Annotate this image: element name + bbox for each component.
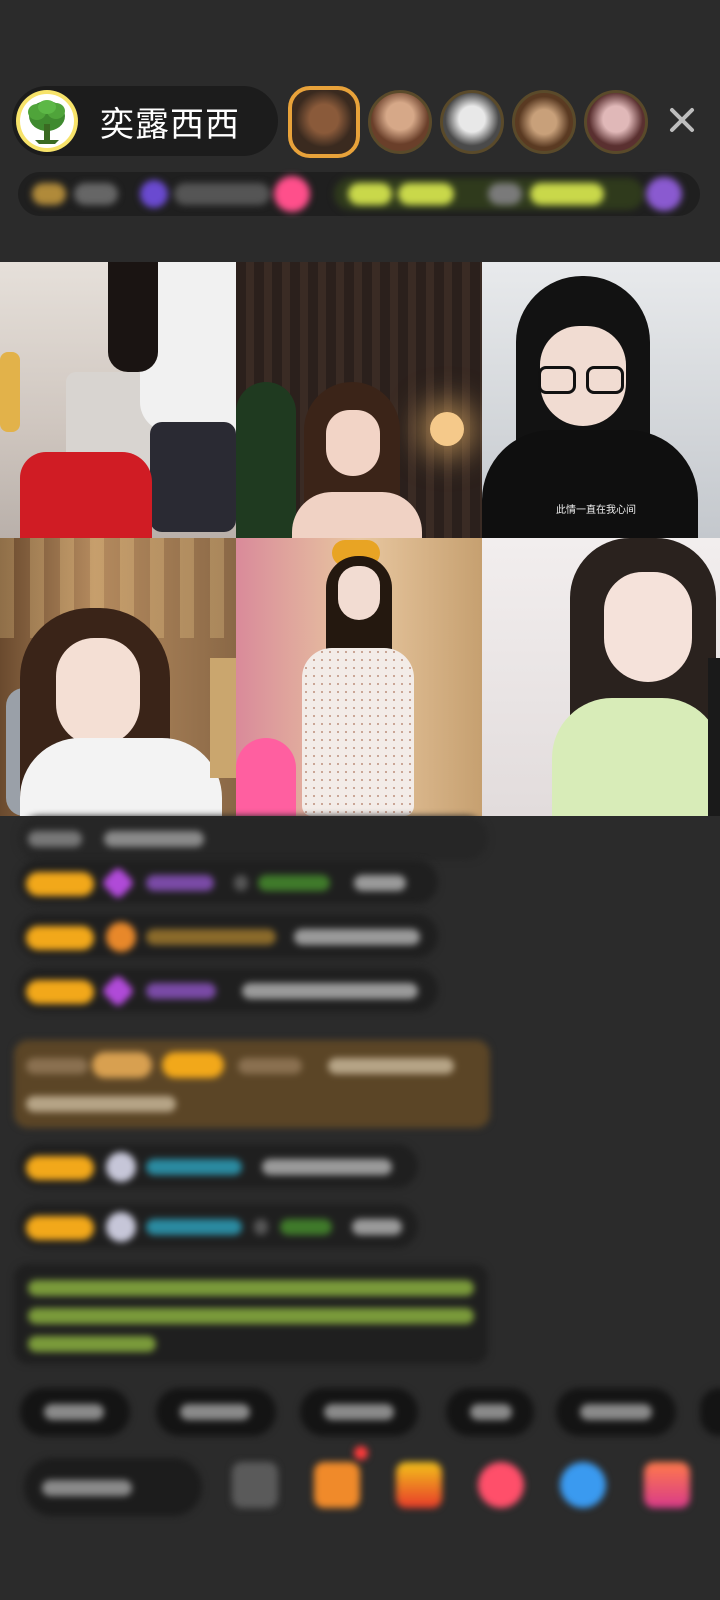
quick-reply-chip[interactable] (300, 1388, 418, 1436)
quick-reply-chip[interactable] (20, 1388, 130, 1436)
chat-message[interactable] (18, 968, 438, 1012)
video-cell-3[interactable]: 此情一直在我心间 (482, 262, 720, 538)
host-name: 奕露西西 (100, 104, 240, 145)
multi-guest-video-grid: 此情一直在我心间 (0, 262, 720, 816)
viewer-avatar-icon[interactable] (368, 90, 432, 154)
gift-box-icon[interactable] (314, 1462, 360, 1508)
notification-dot (354, 1446, 368, 1460)
viewer-avatar-icon[interactable] (440, 90, 504, 154)
host-info-pill[interactable]: 奕露西西 (12, 86, 278, 156)
prize-icon[interactable] (396, 1462, 442, 1508)
tree-logo-icon (28, 100, 65, 144)
video-cell-5[interactable] (236, 538, 482, 816)
viewer-avatar-icon[interactable] (512, 90, 576, 154)
close-icon[interactable] (662, 100, 702, 140)
quick-reply-chip[interactable] (556, 1388, 676, 1436)
chat-message[interactable] (18, 1144, 418, 1188)
video-cell-2[interactable] (236, 262, 482, 538)
emoji-icon[interactable] (232, 1462, 278, 1508)
viewer-avatar-icon[interactable] (584, 90, 648, 154)
quick-reply-chip[interactable] (156, 1388, 276, 1436)
top-viewer-list (288, 84, 648, 160)
chat-message[interactable] (18, 860, 438, 904)
chat-message[interactable] (18, 914, 438, 958)
chat-message[interactable] (18, 1204, 418, 1248)
quick-reply-chip[interactable] (700, 1388, 720, 1436)
video-cell-6[interactable] (482, 538, 720, 816)
system-message (14, 1040, 490, 1128)
viewer-avatar-icon[interactable] (288, 86, 360, 158)
heart-message-icon[interactable] (478, 1462, 524, 1508)
chat-bubble-icon[interactable] (560, 1462, 606, 1508)
announcement-message (14, 1264, 488, 1364)
host-avatar[interactable] (16, 90, 78, 152)
more-games-icon[interactable] (644, 1462, 690, 1508)
video-subtitle: 此情一直在我心间 (556, 505, 636, 516)
video-cell-4[interactable] (0, 538, 236, 816)
room-info-bar[interactable] (18, 172, 700, 216)
video-cell-1[interactable] (0, 262, 236, 538)
chat-input[interactable] (24, 1458, 202, 1516)
quick-reply-chip[interactable] (446, 1388, 534, 1436)
chat-message[interactable] (18, 816, 488, 860)
